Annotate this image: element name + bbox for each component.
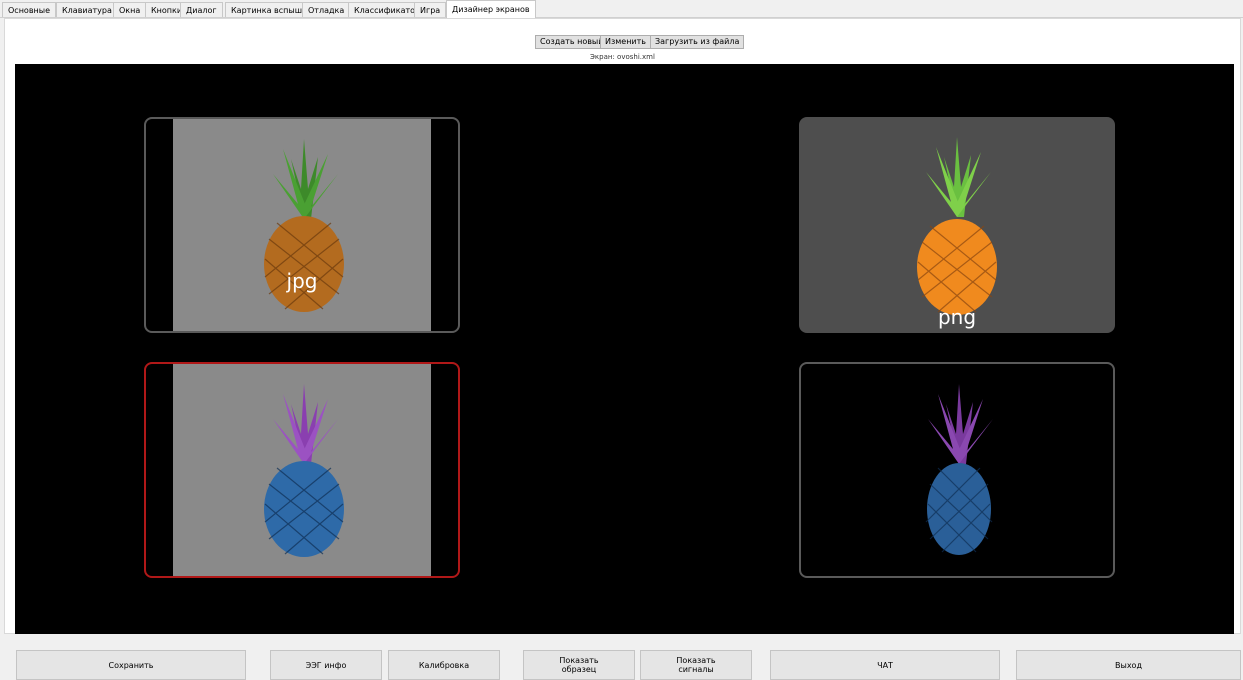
tab-bar: Основные Клавиатура Окна Кнопки Диалог К… [0,0,1243,18]
screen-caption: Экран: ovoshi.xml [590,53,655,61]
tab-okna[interactable]: Окна [113,2,147,17]
tile-selected[interactable] [144,362,460,578]
tile-png[interactable]: png [799,117,1115,333]
tile-label-jpg: jpg [286,269,318,293]
pineapple-icon [264,139,344,312]
show-signals-button[interactable]: Показать сигналы [640,650,752,680]
create-new-button[interactable]: Создать новый [535,35,609,49]
show-sample-button[interactable]: Показать образец [523,650,635,680]
tile-jpg-image [173,119,431,331]
calibration-button[interactable]: Калибровка [388,650,500,680]
chat-button[interactable]: ЧАТ [770,650,1000,680]
tab-dialog[interactable]: Диалог [180,2,223,17]
tab-igra[interactable]: Игра [414,2,447,17]
screen-designer-page: Создать новый Изменить Загрузить из файл… [4,18,1241,634]
edit-button[interactable]: Изменить [600,35,651,49]
tab-otladka[interactable]: Отладка [302,2,351,17]
load-from-file-button[interactable]: Загрузить из файла [650,35,745,49]
eeg-info-button[interactable]: ЭЭГ инфо [270,650,382,680]
screen-canvas: jpg png [15,64,1234,634]
tile-jpg[interactable]: jpg [144,117,460,333]
bottom-button-bar: Сохранить ЭЭГ инфо Калибровка Показать о… [0,640,1243,680]
tab-klaviatura[interactable]: Клавиатура [56,2,118,17]
tile-selected-image [173,364,431,576]
tile-dark[interactable] [799,362,1115,578]
pineapple-icon [917,137,997,315]
save-button[interactable]: Сохранить [16,650,246,680]
tab-osnovnye[interactable]: Основные [2,2,57,17]
tab-dizayner-ekranov[interactable]: Дизайнер экранов [446,0,536,18]
pineapple-icon [264,384,344,557]
tile-label-png: png [937,305,977,329]
pineapple-icon [925,384,993,555]
exit-button[interactable]: Выход [1016,650,1241,680]
